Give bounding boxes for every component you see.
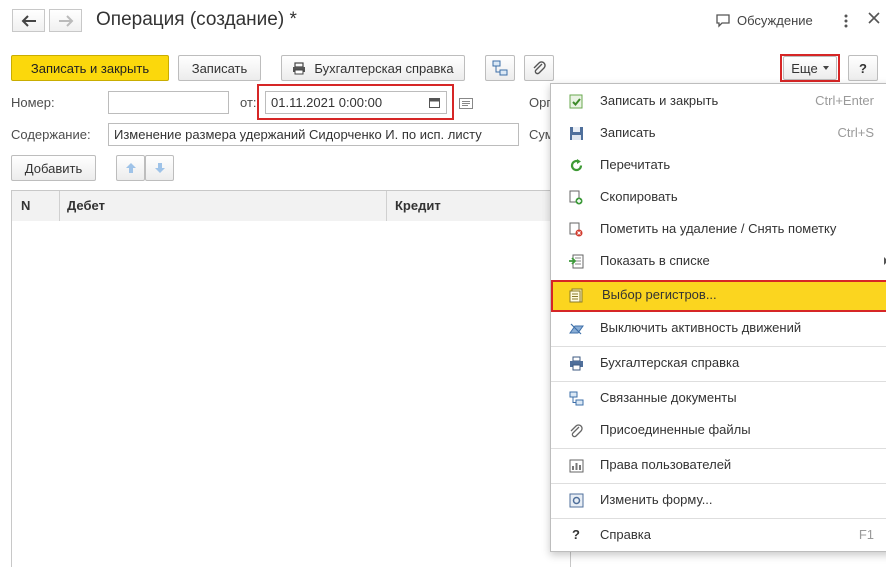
menu-item-related-documents[interactable]: Связанные документы	[551, 383, 886, 413]
deactivate-icon	[569, 323, 584, 335]
menu-item-label: Пометить на удаление / Снять пометку	[600, 221, 837, 236]
arrow-down-icon	[154, 163, 165, 173]
more-vertical-icon[interactable]	[843, 13, 849, 29]
menu-item-accounting-reference[interactable]: Бухгалтерская справка	[551, 348, 886, 378]
more-menu: Записать и закрыть Ctrl+Enter Записать C…	[550, 83, 886, 552]
content-field[interactable]: Изменение размера удержаний Сидорченко И…	[108, 123, 519, 146]
menu-item-copy[interactable]: Скопировать	[551, 182, 886, 212]
registers-icon	[569, 288, 583, 303]
column-header-n[interactable]: N	[21, 198, 30, 213]
save-close-button[interactable]: Записать и закрыть	[11, 55, 169, 81]
menu-item-user-rights[interactable]: Права пользователей	[551, 450, 886, 480]
menu-item-deactivate-movements[interactable]: Выключить активность движений	[551, 313, 886, 343]
content-label: Содержание:	[11, 127, 91, 142]
menu-item-label: Записать	[600, 125, 656, 140]
mark-delete-icon	[569, 222, 583, 237]
printer-icon	[570, 356, 583, 371]
column-divider	[59, 191, 60, 221]
save-button[interactable]: Записать	[178, 55, 261, 81]
menu-separator	[551, 483, 886, 484]
rights-icon	[569, 459, 584, 473]
menu-item-help[interactable]: ? Справка F1	[551, 520, 886, 550]
menu-item-shortcut: F1	[858, 527, 874, 542]
discussion-link[interactable]: Обсуждение	[715, 13, 813, 28]
form-settings-icon	[569, 493, 584, 508]
move-down-button[interactable]	[145, 155, 174, 181]
menu-item-label: Показать в списке	[600, 253, 710, 268]
menu-item-show-in-list[interactable]: Показать в списке	[551, 246, 886, 276]
column-header-debit[interactable]: Дебет	[67, 198, 105, 213]
menu-item-attached-files[interactable]: Присоединенные файлы	[551, 415, 886, 445]
menu-item-label: Бухгалтерская справка	[600, 355, 740, 370]
help-icon: ?	[572, 527, 580, 542]
page-title: Операция (создание) *	[96, 9, 297, 30]
arrow-left-icon	[21, 14, 36, 27]
arrow-right-icon	[58, 14, 73, 27]
move-up-button[interactable]	[116, 155, 145, 181]
menu-item-save-close[interactable]: Записать и закрыть Ctrl+Enter	[551, 86, 886, 116]
save-close-icon	[569, 94, 583, 109]
menu-item-label: Перечитать	[600, 157, 671, 172]
menu-item-shortcut: Ctrl+S	[837, 125, 874, 140]
menu-item-label: Справка	[600, 527, 651, 542]
menu-separator	[551, 518, 886, 519]
menu-item-select-registers[interactable]: Выбор регистров...	[551, 280, 886, 312]
menu-item-label: Скопировать	[600, 189, 678, 204]
print-reference-label: Бухгалтерская справка	[314, 60, 454, 76]
floppy-icon	[570, 127, 583, 140]
more-highlight-box	[780, 54, 840, 82]
menu-item-label: Выбор регистров...	[602, 287, 717, 302]
menu-item-label: Записать и закрыть	[600, 93, 719, 108]
number-label: Номер:	[11, 95, 55, 110]
structure-icon	[569, 391, 584, 406]
menu-item-save[interactable]: Записать Ctrl+S	[551, 118, 886, 148]
help-button[interactable]: ?	[848, 55, 878, 81]
forward-button[interactable]	[49, 9, 82, 32]
structure-icon	[492, 60, 508, 76]
refresh-icon	[570, 159, 583, 172]
close-icon[interactable]	[867, 11, 881, 28]
from-label: от:	[240, 95, 257, 110]
menu-item-reread[interactable]: Перечитать	[551, 150, 886, 180]
menu-item-label: Выключить активность движений	[600, 320, 802, 335]
date-highlight-box	[257, 84, 454, 120]
menu-item-label: Изменить форму...	[600, 492, 713, 507]
column-divider	[386, 191, 387, 221]
table-body[interactable]	[11, 221, 571, 567]
paperclip-icon	[570, 424, 583, 438]
print-reference-button[interactable]: Бухгалтерская справка	[281, 55, 465, 81]
paperclip-icon	[533, 61, 546, 75]
menu-item-shortcut: Ctrl+Enter	[815, 93, 874, 108]
menu-separator	[551, 381, 886, 382]
table-header: N Дебет Кредит	[11, 190, 571, 222]
back-button[interactable]	[12, 9, 45, 32]
structure-button[interactable]	[485, 55, 515, 81]
printer-icon	[293, 61, 306, 74]
column-header-credit[interactable]: Кредит	[395, 198, 441, 213]
menu-item-label: Присоединенные файлы	[600, 422, 751, 437]
number-field[interactable]	[108, 91, 229, 114]
menu-separator	[551, 448, 886, 449]
menu-item-change-form[interactable]: Изменить форму...	[551, 485, 886, 515]
menu-separator	[551, 346, 886, 347]
organization-label: Орг	[529, 95, 552, 110]
show-in-list-icon	[569, 254, 584, 269]
menu-item-label: Права пользователей	[600, 457, 732, 472]
copy-icon	[569, 190, 583, 205]
speech-bubble-icon	[716, 13, 730, 28]
arrow-up-icon	[125, 163, 136, 173]
menu-item-mark-deletion[interactable]: Пометить на удаление / Снять пометку	[551, 214, 886, 244]
add-button[interactable]: Добавить	[11, 155, 96, 181]
comment-icon[interactable]	[459, 97, 473, 112]
menu-item-label: Связанные документы	[600, 390, 737, 405]
discussion-label: Обсуждение	[737, 13, 813, 28]
attach-button[interactable]	[524, 55, 554, 81]
